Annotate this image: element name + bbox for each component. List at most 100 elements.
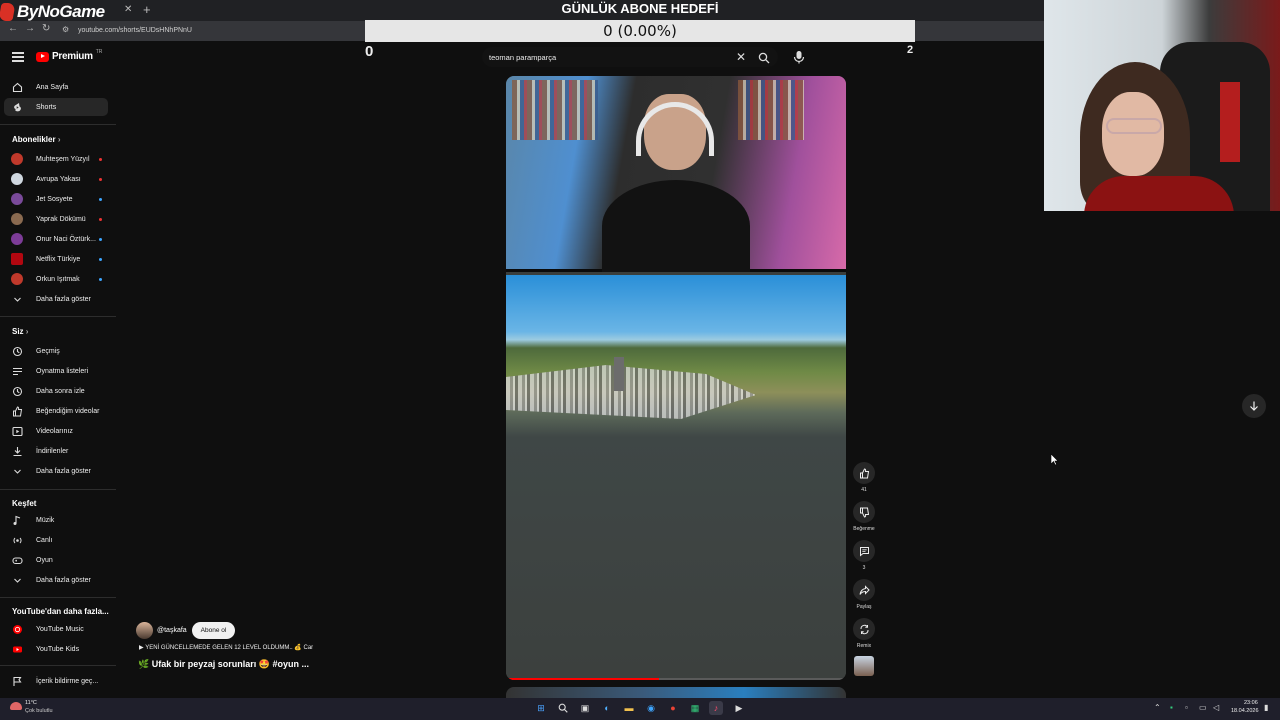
short-title[interactable]: 🌿 Ufak bir peyzaj sorunları 🤩 #oyun ... <box>138 659 309 670</box>
tiktok-icon[interactable]: ♪ <box>709 701 723 715</box>
search-input[interactable]: teoman paramparça <box>489 53 556 62</box>
history-icon <box>11 345 23 357</box>
sidebar-item-show-more[interactable]: Daha fazla göster <box>4 290 108 308</box>
sidebar-item-your-videos[interactable]: Videolarınız <box>4 422 108 440</box>
sidebar-divider <box>0 665 116 666</box>
sidebar-item-label: Geçmiş <box>36 347 60 355</box>
sidebar-item-subscription[interactable]: Jet Sosyete <box>4 190 108 208</box>
channel-avatar <box>11 153 23 165</box>
sidebar-item-subscription[interactable]: Orkun Işıtmak <box>4 270 108 288</box>
sidebar-item-playlists[interactable]: Oynatma listeleri <box>4 362 108 380</box>
subscribe-button[interactable]: Abone ol <box>192 622 235 639</box>
sidebar-item-subscription[interactable]: Onur Naci Öztürk... <box>4 230 108 248</box>
next-short-button[interactable] <box>1242 394 1266 418</box>
taskbar-search-icon[interactable] <box>556 701 570 715</box>
channel-avatar <box>11 233 23 245</box>
sidebar-item-live[interactable]: Canlı <box>4 531 108 549</box>
clock-date[interactable]: 18.04.2026 <box>1231 708 1259 714</box>
sidebar-divider <box>0 124 116 125</box>
sidebar-item-home[interactable]: Ana Sayfa <box>4 78 108 96</box>
sidebar-item-music[interactable]: Müzik <box>4 511 108 529</box>
youtube-premium-logo[interactable]: Premium TR <box>36 49 102 62</box>
tray-app-icon[interactable]: ▫ <box>1185 703 1188 712</box>
network-icon[interactable]: ▭ <box>1199 703 1207 712</box>
sidebar-item-label: Daha fazla göster <box>36 467 91 475</box>
weather-temperature[interactable]: 11°C <box>25 700 37 706</box>
sidebar-item-report-history[interactable]: İçerik bildirme geç... <box>4 672 108 690</box>
media-player-icon[interactable]: ▶ <box>732 701 746 715</box>
sidebar-item-subscription[interactable]: Netflix Türkiye <box>4 250 108 268</box>
sidebar-item-label: Canlı <box>36 536 53 544</box>
sidebar-item-shorts[interactable]: Shorts <box>4 98 108 116</box>
back-icon[interactable]: ← <box>8 23 18 34</box>
thumbs-up-icon[interactable] <box>853 462 875 484</box>
streamer-figure <box>602 94 750 272</box>
comment-icon[interactable] <box>853 540 875 562</box>
chrome-icon[interactable]: ● <box>666 701 680 715</box>
video-progress-bar[interactable] <box>506 678 846 680</box>
original-audio-thumbnail[interactable] <box>854 656 874 676</box>
tray-app-icon[interactable]: ▪ <box>1170 703 1173 712</box>
sidebar-item-history[interactable]: Geçmiş <box>4 342 108 360</box>
tab-close-icon[interactable]: ✕ <box>124 4 132 15</box>
reload-icon[interactable]: ↻ <box>42 23 50 34</box>
arrow-down-icon <box>1250 401 1258 411</box>
share-action[interactable]: Paylaş <box>849 579 879 610</box>
your-videos-icon <box>11 425 23 437</box>
sidebar-item-subscription[interactable]: Avrupa Yakası <box>4 170 108 188</box>
remix-action[interactable]: Remix <box>849 618 879 649</box>
sidebar-divider <box>0 316 116 317</box>
new-content-dot <box>99 158 102 161</box>
site-info-icon[interactable]: ⚙ <box>62 25 69 34</box>
sidebar-item-liked-videos[interactable]: Beğendiğim videolar <box>4 402 108 420</box>
edge-icon[interactable]: ◉ <box>644 701 658 715</box>
tray-chevron-up-icon[interactable]: ⌃ <box>1154 703 1161 712</box>
sidebar-item-subscription[interactable]: Muhteşem Yüzyıl <box>4 150 108 168</box>
clear-search-icon[interactable]: ✕ <box>736 50 746 64</box>
channel-name[interactable]: @taşkafa <box>157 627 187 634</box>
address-url[interactable]: youtube.com/shorts/EUDsHNhPNnU <box>78 27 192 34</box>
music-info[interactable]: ▶ YENİ GÜNCELLEMEDE GELEN 12 LEVEL OLDUM… <box>139 644 313 651</box>
forward-icon[interactable]: → <box>25 23 35 34</box>
you-section-title[interactable]: Siz › <box>12 327 28 336</box>
shorts-icon <box>11 101 23 113</box>
subscriptions-title[interactable]: Abonelikler › <box>12 135 60 144</box>
windows-taskbar <box>0 698 1280 720</box>
search-box[interactable]: teoman paramparça ✕ <box>482 47 778 67</box>
dislike-action[interactable]: Beğenme <box>849 501 879 532</box>
like-action[interactable]: 41 <box>849 462 879 493</box>
sidebar-item-youtube-kids[interactable]: YouTube Kids <box>4 640 108 658</box>
notifications-icon[interactable]: ▮ <box>1264 703 1268 712</box>
sidebar-item-show-more[interactable]: Daha fazla göster <box>4 571 108 589</box>
file-explorer-icon[interactable]: ▬ <box>622 701 636 715</box>
copilot-icon[interactable]: ◐ <box>600 701 614 715</box>
clock-time[interactable]: 23:06 <box>1244 700 1258 706</box>
weather-icon[interactable] <box>10 702 22 710</box>
bookshelf <box>512 80 598 140</box>
menu-icon[interactable] <box>12 52 24 62</box>
remix-icon[interactable] <box>853 618 875 640</box>
sidebar-item-show-more[interactable]: Daha fazla göster <box>4 462 108 480</box>
app-icon[interactable]: ▦ <box>688 701 702 715</box>
sidebar-item-label: Ana Sayfa <box>36 83 69 91</box>
task-view-icon[interactable]: ▣ <box>578 701 592 715</box>
sidebar-item-watch-later[interactable]: Daha sonra izle <box>4 382 108 400</box>
sidebar-item-downloads[interactable]: İndirilenler <box>4 442 108 460</box>
channel-avatar[interactable] <box>136 622 153 639</box>
search-icon[interactable] <box>758 51 770 69</box>
weather-description[interactable]: Çok bulutlu <box>25 708 53 714</box>
share-icon[interactable] <box>853 579 875 601</box>
windows-start-icon[interactable]: ⊞ <box>534 701 548 715</box>
sidebar-item-label: YouTube Kids <box>36 645 80 653</box>
voice-search-mic-icon[interactable] <box>790 48 808 66</box>
sidebar-item-label: Netflix Türkiye <box>36 255 81 263</box>
new-tab-icon[interactable]: + <box>143 2 151 17</box>
comments-action[interactable]: 3 <box>849 540 879 571</box>
sidebar-item-subscription[interactable]: Yaprak Dökümü <box>4 210 108 228</box>
shorts-video-player[interactable] <box>506 76 846 680</box>
sidebar-item-gaming[interactable]: Oyun <box>4 551 108 569</box>
sidebar-item-youtube-music[interactable]: YouTube Music <box>4 620 108 638</box>
volume-icon[interactable]: ◁ <box>1213 703 1219 712</box>
thumbs-down-icon[interactable] <box>853 501 875 523</box>
downloads-icon <box>11 445 23 457</box>
